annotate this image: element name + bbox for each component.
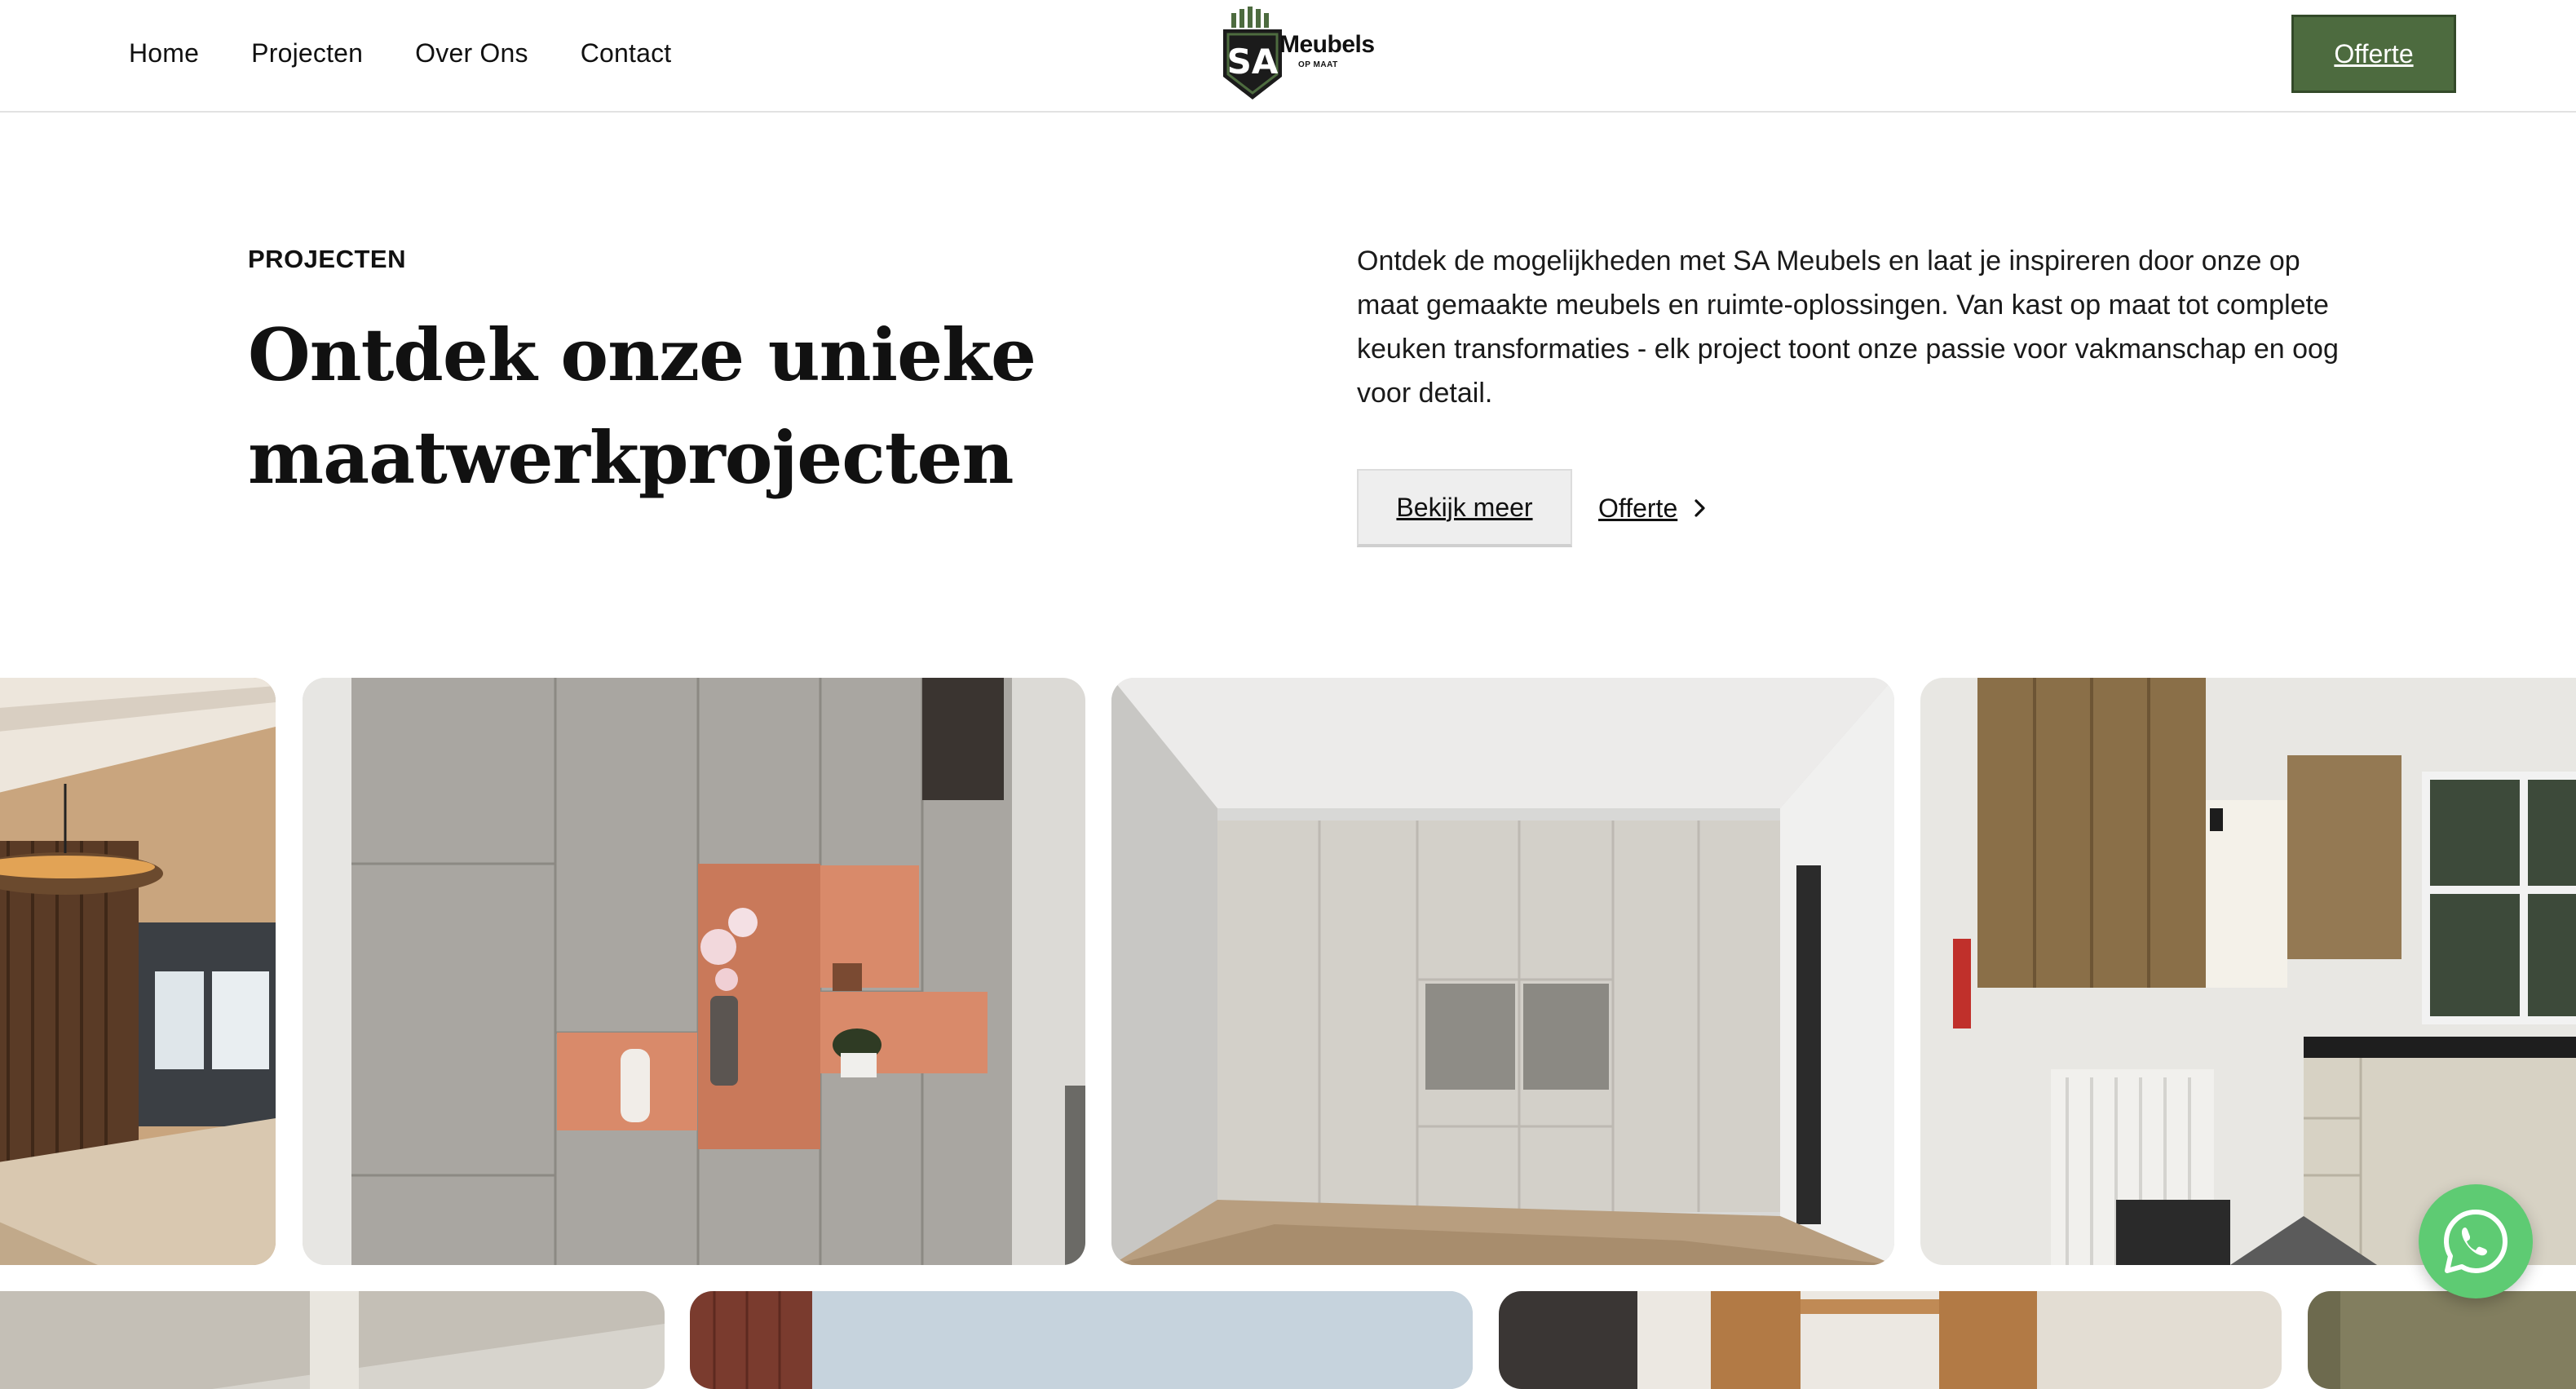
logo-subtext: OP MAAT	[1298, 60, 1338, 69]
project-image-row2-4[interactable]	[2308, 1291, 2576, 1389]
offerte-link[interactable]: Offerte	[1598, 469, 1708, 547]
nav-link-over-ons[interactable]: Over Ons	[415, 38, 528, 69]
project-image-kitchen[interactable]	[1920, 678, 2576, 1265]
project-image-living-room[interactable]	[0, 678, 276, 1265]
offerte-cta-button[interactable]: Offerte	[2291, 15, 2456, 93]
logo-wordmark: Meubels	[1279, 31, 1375, 58]
row2-photo-4	[2308, 1291, 2576, 1389]
wardrobe-photo	[1111, 678, 1894, 1265]
page-heading: Ontdek onze unieke maatwerkprojecten	[248, 303, 1145, 509]
row2-photo-2	[690, 1291, 1473, 1389]
row2-photo-1	[0, 1291, 665, 1389]
project-image-row2-1[interactable]	[0, 1291, 665, 1389]
project-image-row2-3[interactable]	[1499, 1291, 2282, 1389]
wall-cabinet-photo	[303, 678, 1085, 1265]
logo-shield-icon: SA	[1223, 7, 1282, 100]
svg-text:SA: SA	[1227, 42, 1279, 82]
main-nav: Home Projecten Over Ons Contact	[129, 0, 671, 106]
nav-link-projecten[interactable]: Projecten	[251, 38, 363, 69]
whatsapp-icon	[2444, 1210, 2508, 1273]
site-logo[interactable]: SA Meubels OP MAAT	[1220, 7, 1375, 101]
project-image-row2-2[interactable]	[690, 1291, 1473, 1389]
project-image-wardrobe[interactable]	[1111, 678, 1894, 1265]
project-image-wall-cabinet[interactable]	[303, 678, 1085, 1265]
whatsapp-chat-button[interactable]	[2419, 1184, 2533, 1298]
chevron-right-icon	[1695, 499, 1705, 517]
offerte-link-label: Offerte	[1598, 493, 1678, 523]
heading-line-1: Ontdek onze unieke	[248, 312, 1036, 397]
kitchen-photo	[1920, 678, 2576, 1265]
site-header: Home Projecten Over Ons Contact SA Meube…	[0, 0, 2576, 113]
intro-paragraph: Ontdek de mogelijkheden met SA Meubels e…	[1357, 246, 2339, 409]
heading-line-2: maatwerkprojecten	[248, 415, 1014, 500]
nav-link-contact[interactable]: Contact	[581, 38, 672, 69]
section-eyebrow: PROJECTEN	[248, 245, 406, 273]
nav-link-home[interactable]: Home	[129, 38, 199, 69]
living-room-photo	[0, 678, 276, 1265]
bekijk-meer-button[interactable]: Bekijk meer	[1357, 469, 1572, 547]
row2-photo-3	[1499, 1291, 2282, 1389]
